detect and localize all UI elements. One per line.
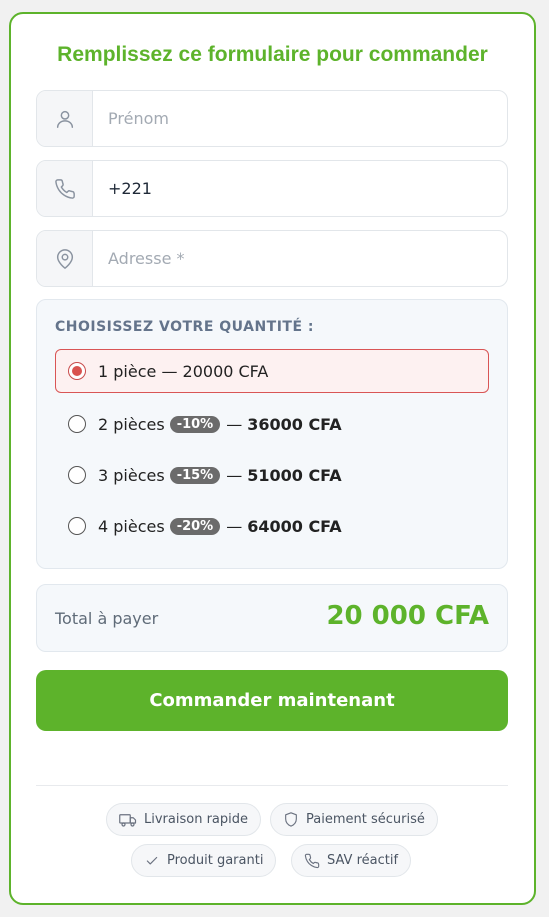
address-input[interactable] — [93, 231, 507, 286]
total-label: Total à payer — [55, 609, 159, 628]
badge-label: Paiement sécurisé — [306, 812, 425, 827]
discount-badge: -15% — [169, 466, 221, 484]
radio-selected-icon[interactable] — [68, 362, 86, 380]
option-label: 3 pièces — [98, 465, 165, 485]
check-icon — [146, 856, 158, 864]
badge-label: Livraison rapide — [144, 812, 248, 827]
phone-input[interactable] — [93, 161, 507, 216]
truck-icon — [119, 813, 137, 827]
option-separator: — — [226, 414, 243, 434]
user-icon — [37, 91, 93, 146]
discount-badge: -20% — [169, 517, 221, 535]
badge-label: Produit garanti — [167, 853, 264, 868]
quantity-section: CHOISISSEZ VOTRE QUANTITÉ : 1 pièce — 20… — [36, 299, 508, 569]
option-price: 64000 CFA — [247, 516, 342, 536]
phone-icon — [304, 853, 320, 868]
quantity-option-3[interactable]: 3 pièces -15% — 51000 CFA — [55, 453, 489, 497]
option-label: 1 pièce — 20000 CFA — [98, 361, 269, 381]
order-form-card: Remplissez ce formulaire pour commander … — [9, 12, 536, 905]
quantity-option-4[interactable]: 4 pièces -20% — 64000 CFA — [55, 504, 489, 548]
quantity-option-2[interactable]: 2 pièces -10% — 36000 CFA — [55, 402, 489, 446]
radio-icon[interactable] — [68, 415, 86, 433]
address-field[interactable] — [36, 230, 508, 287]
quantity-title: CHOISISSEZ VOTRE QUANTITÉ : — [55, 319, 315, 335]
badge-guaranteed-product: Produit garanti — [131, 844, 277, 877]
divider — [36, 785, 508, 786]
map-pin-icon — [37, 231, 93, 286]
order-now-button[interactable]: Commander maintenant — [36, 670, 508, 731]
total-box: Total à payer 20 000 CFA — [36, 584, 508, 652]
radio-icon[interactable] — [68, 466, 86, 484]
option-price: 51000 CFA — [247, 465, 342, 485]
option-separator: — — [226, 465, 243, 485]
badge-secure-payment: Paiement sécurisé — [270, 803, 438, 836]
phone-field[interactable] — [36, 160, 508, 217]
badge-label: SAV réactif — [327, 853, 399, 868]
badge-fast-delivery: Livraison rapide — [106, 803, 261, 836]
total-amount: 20 000 CFA — [326, 601, 489, 631]
option-label: 4 pièces — [98, 516, 165, 536]
badge-responsive-support: SAV réactif — [291, 844, 412, 877]
option-separator: — — [226, 516, 243, 536]
shield-icon — [285, 812, 297, 827]
quantity-option-1[interactable]: 1 pièce — 20000 CFA — [55, 349, 489, 393]
first-name-field[interactable] — [36, 90, 508, 147]
phone-icon — [37, 161, 93, 216]
option-price: 36000 CFA — [247, 414, 342, 434]
discount-badge: -10% — [169, 415, 221, 433]
option-label: 2 pièces — [98, 414, 165, 434]
form-title: Remplissez ce formulaire pour commander — [57, 43, 488, 66]
first-name-input[interactable] — [93, 91, 507, 146]
radio-icon[interactable] — [68, 517, 86, 535]
